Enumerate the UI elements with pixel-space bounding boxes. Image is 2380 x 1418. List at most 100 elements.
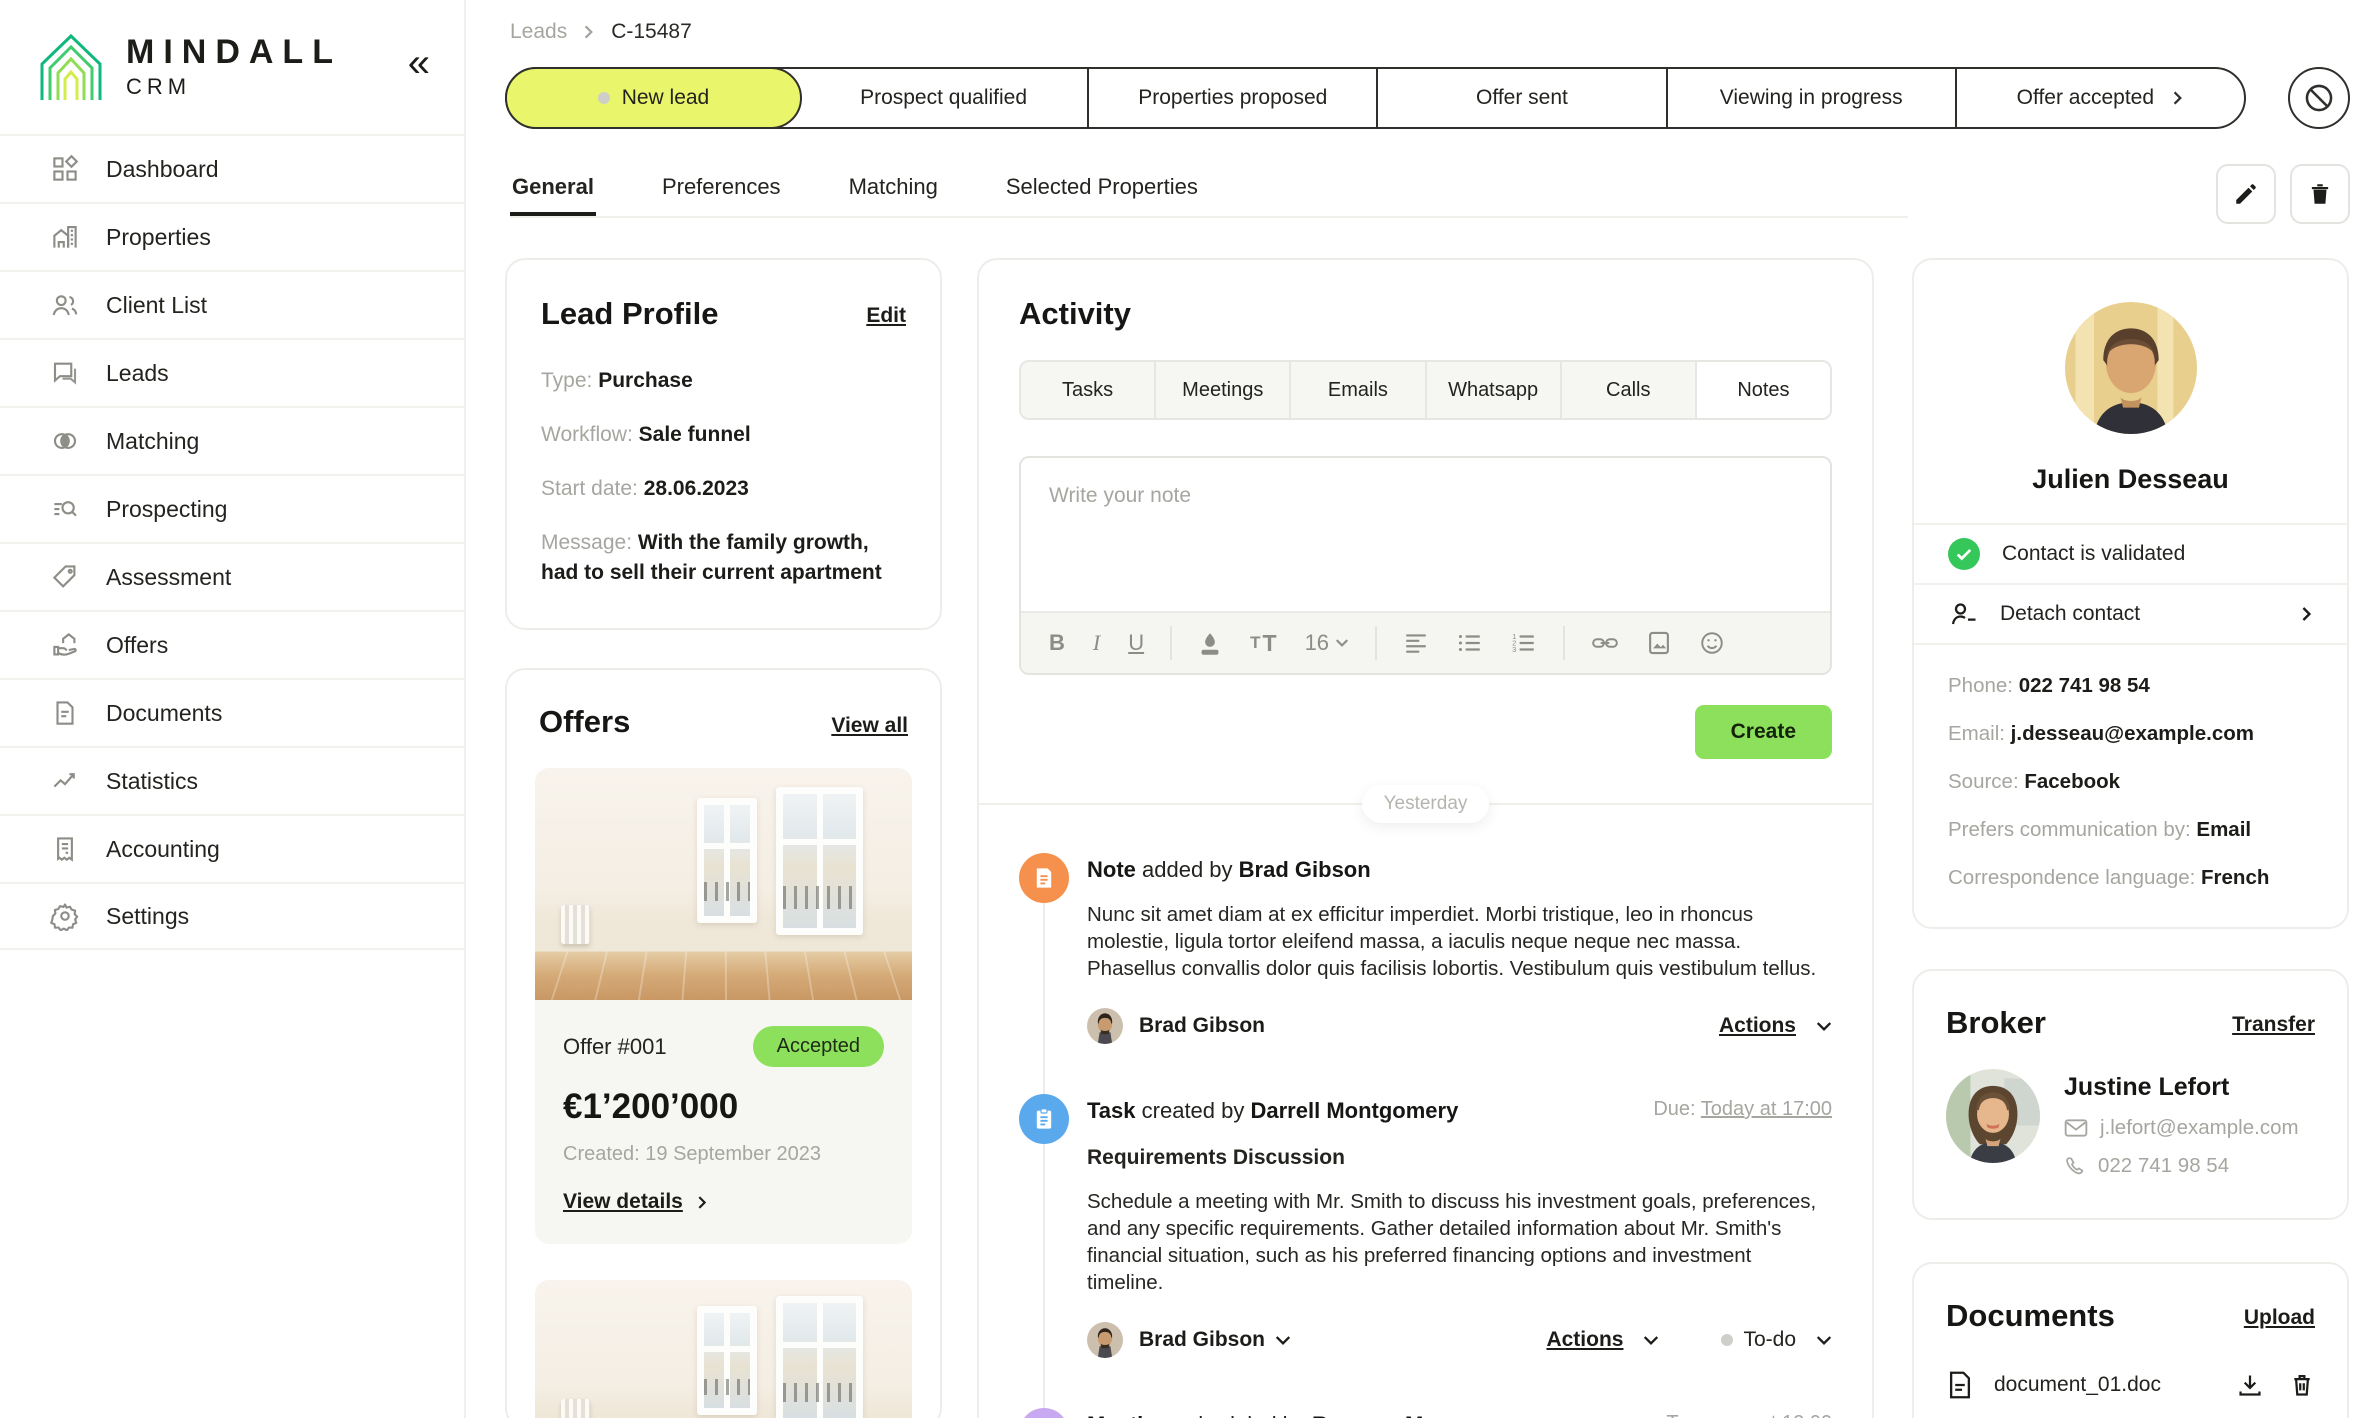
task-assignee[interactable]: Brad Gibson: [1139, 1328, 1265, 1352]
lead-profile-edit-link[interactable]: Edit: [866, 304, 906, 328]
sidebar-item-statistics[interactable]: Statistics: [0, 746, 464, 814]
sidebar-item-assessment[interactable]: Assessment: [0, 542, 464, 610]
bold-icon[interactable]: B: [1049, 630, 1065, 656]
sidebar-item-settings[interactable]: Settings: [0, 882, 464, 950]
activity-tab-calls[interactable]: Calls: [1560, 362, 1695, 418]
align-icon[interactable]: [1403, 632, 1429, 654]
tab-general[interactable]: General: [510, 160, 596, 216]
actions-menu[interactable]: Actions: [1546, 1328, 1623, 1352]
broker-phone[interactable]: 022 741 98 54: [2098, 1154, 2229, 1178]
pipeline-stage-offer-accepted[interactable]: Offer accepted: [1955, 69, 2244, 127]
chevron-down-icon[interactable]: [1816, 1021, 1832, 1032]
due-value[interactable]: Today at 17:00: [1701, 1098, 1832, 1120]
trash-icon[interactable]: [2289, 1372, 2315, 1398]
sidebar-item-label: Settings: [106, 903, 189, 930]
due-value[interactable]: Tomorrow at 12:00: [1666, 1412, 1832, 1418]
activity-tab-notes[interactable]: Notes: [1695, 362, 1830, 418]
font-size-select[interactable]: 16: [1305, 630, 1349, 656]
sidebar-item-properties[interactable]: Properties: [0, 202, 464, 270]
activity-tab-meetings[interactable]: Meetings: [1154, 362, 1289, 418]
sidebar-item-dashboard[interactable]: Dashboard: [0, 134, 464, 202]
sidebar-item-documents[interactable]: Documents: [0, 678, 464, 746]
offers-title: Offers: [539, 704, 630, 740]
offer-card-001[interactable]: Offer #001 Accepted €1’200’000 Created: …: [535, 768, 912, 1244]
sidebar-item-matching[interactable]: Matching: [0, 406, 464, 474]
documents-upload-link[interactable]: Upload: [2244, 1306, 2315, 1330]
field-label: Start date:: [541, 477, 638, 500]
edit-record-button[interactable]: [2216, 164, 2276, 224]
stage-label: Offer accepted: [2017, 86, 2154, 110]
dashboard-icon: [50, 154, 80, 184]
delete-record-button[interactable]: [2290, 164, 2350, 224]
offers-icon: [50, 630, 80, 660]
pipeline-stage-prospect-qualified[interactable]: Prospect qualified: [800, 69, 1087, 127]
task-status-select[interactable]: To-do: [1721, 1328, 1832, 1352]
day-divider: Yesterday: [979, 803, 1872, 805]
sidebar-item-leads[interactable]: Leads: [0, 338, 464, 406]
note-icon: [1019, 853, 1069, 903]
offers-view-all-link[interactable]: View all: [831, 714, 908, 738]
emoji-icon[interactable]: [1699, 630, 1725, 656]
sidebar-item-accounting[interactable]: Accounting: [0, 814, 464, 882]
broker-transfer-link[interactable]: Transfer: [2232, 1013, 2315, 1037]
bullet-list-icon[interactable]: [1457, 632, 1483, 654]
offer-card-002[interactable]: Offer #002 Sent: [535, 1280, 912, 1418]
chevron-down-icon: [1816, 1335, 1832, 1346]
offer-created-date: Created: 19 September 2023: [563, 1143, 884, 1166]
sidebar-collapse-icon[interactable]: «: [408, 43, 430, 89]
broker-email[interactable]: j.lefort@example.com: [2100, 1116, 2299, 1140]
brand-sub: CRM: [126, 74, 342, 100]
breadcrumb-section[interactable]: Leads: [510, 20, 567, 44]
detach-contact-button[interactable]: Detach contact: [1914, 583, 2347, 643]
document-name[interactable]: document_01.doc: [1994, 1373, 2161, 1397]
property-photo: [535, 768, 912, 1000]
activity-tab-emails[interactable]: Emails: [1289, 362, 1424, 418]
detach-contact-label: Detach contact: [2000, 602, 2140, 626]
client-list-icon: [50, 290, 80, 320]
create-note-button[interactable]: Create: [1695, 705, 1832, 759]
feed-entity: Note: [1087, 857, 1136, 882]
disqualify-button[interactable]: [2288, 67, 2350, 129]
contact-email: Email: j.desseau@example.com: [1948, 719, 2313, 749]
sidebar-item-label: Assessment: [106, 564, 231, 591]
properties-icon: [50, 222, 80, 252]
feed-item-task: Task created by Darrell Montgomery Due: …: [1019, 1098, 1832, 1358]
download-icon[interactable]: [2237, 1372, 2263, 1398]
sidebar-item-offers[interactable]: Offers: [0, 610, 464, 678]
left-column: Lead Profile Edit Type: Purchase Workflo…: [505, 258, 942, 1418]
italic-icon[interactable]: I: [1093, 630, 1100, 656]
activity-tab-whatsapp[interactable]: Whatsapp: [1425, 362, 1560, 418]
sidebar-item-client-list[interactable]: Client List: [0, 270, 464, 338]
pipeline-stage-properties-proposed[interactable]: Properties proposed: [1087, 69, 1376, 127]
field-value: Purchase: [598, 369, 693, 392]
chevron-down-icon[interactable]: [1643, 1335, 1659, 1346]
documents-card: Documents Upload document_01.doc: [1912, 1262, 2349, 1418]
link-icon[interactable]: [1591, 632, 1619, 654]
leads-icon: [50, 358, 80, 388]
numbered-list-icon[interactable]: 123: [1511, 632, 1537, 654]
text-style-icon[interactable]: TT: [1250, 630, 1276, 657]
field-value: Sale funnel: [639, 423, 751, 446]
underline-icon[interactable]: U: [1128, 630, 1144, 656]
pipeline-stage-new-lead[interactable]: New lead: [505, 67, 802, 129]
actions-menu[interactable]: Actions: [1719, 1014, 1796, 1038]
task-subject: Requirements Discussion: [1087, 1146, 1832, 1170]
pipeline-stage-offer-sent[interactable]: Offer sent: [1376, 69, 1665, 127]
tab-selected-properties[interactable]: Selected Properties: [1004, 160, 1200, 216]
ban-icon: [2302, 81, 2336, 115]
svg-text:3: 3: [1512, 645, 1516, 654]
tab-matching[interactable]: Matching: [847, 160, 940, 216]
image-icon[interactable]: [1647, 630, 1671, 656]
day-divider-label: Yesterday: [1362, 785, 1490, 823]
due-label: Due:: [1653, 1098, 1695, 1120]
contact-language: Correspondence language: French: [1948, 863, 2313, 893]
offer-view-details-link[interactable]: View details: [563, 1190, 683, 1214]
pipeline-stage-viewing-in-progress[interactable]: Viewing in progress: [1666, 69, 1955, 127]
activity-tab-tasks[interactable]: Tasks: [1021, 362, 1154, 418]
field-value: 022 741 98 54: [2019, 674, 2150, 697]
tab-preferences[interactable]: Preferences: [660, 160, 783, 216]
chevron-down-icon[interactable]: [1275, 1335, 1291, 1346]
sidebar-item-prospecting[interactable]: Prospecting: [0, 474, 464, 542]
text-color-icon[interactable]: [1198, 630, 1222, 656]
note-input[interactable]: [1021, 458, 1830, 606]
